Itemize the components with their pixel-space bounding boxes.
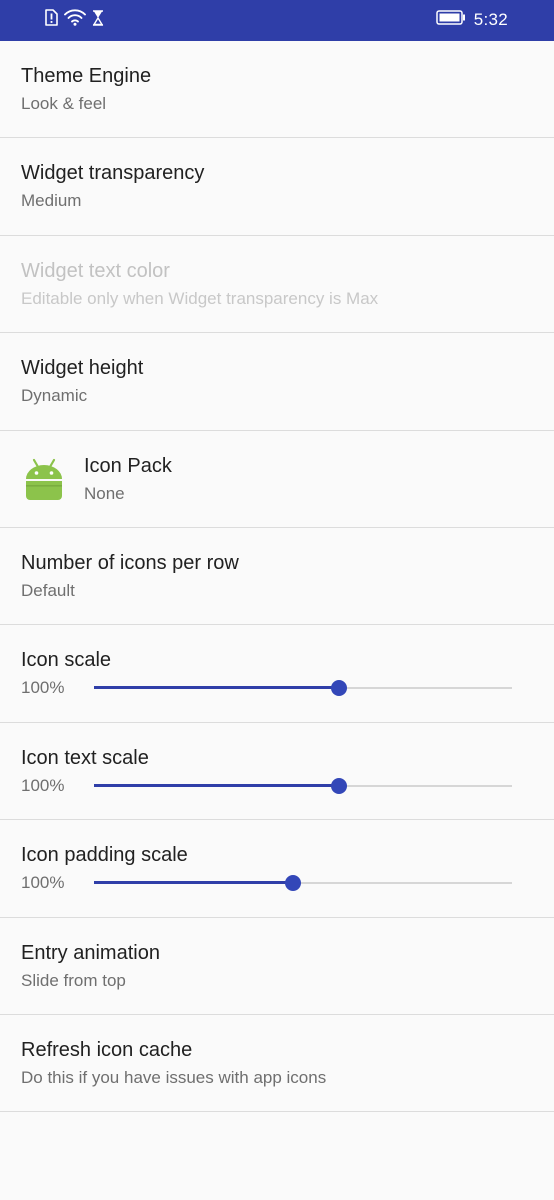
setting-summary: Medium bbox=[21, 191, 82, 211]
icon-text-scale-slider[interactable] bbox=[94, 777, 512, 794]
status-icons-right: 5:32 bbox=[435, 10, 508, 30]
entry-animation-setting[interactable]: Entry animation Slide from top bbox=[0, 918, 554, 1015]
setting-summary: Default bbox=[21, 580, 75, 600]
setting-summary: None bbox=[84, 483, 125, 503]
slider-thumb[interactable] bbox=[284, 875, 301, 892]
refresh-icon-cache-setting[interactable]: Refresh icon cache Do this if you have i… bbox=[0, 1015, 554, 1113]
settings-list: Theme Engine Look & feel Widget transpar… bbox=[0, 41, 554, 1113]
slider-thumb[interactable] bbox=[330, 777, 347, 794]
setting-title: Icon scale bbox=[21, 649, 112, 672]
battery-icon bbox=[435, 10, 466, 30]
setting-summary: Editable only when Widget transparency i… bbox=[21, 288, 379, 308]
android-icon bbox=[24, 458, 64, 502]
icon-scale-setting: Icon scale 100% bbox=[0, 625, 554, 723]
setting-summary: Dynamic bbox=[21, 386, 88, 406]
status-bar: 5:32 bbox=[0, 0, 554, 41]
wifi-icon bbox=[64, 9, 86, 31]
status-icons-left bbox=[44, 9, 104, 31]
icon-pack-setting[interactable]: Icon Pack None bbox=[0, 431, 554, 528]
icon-padding-scale-setting: Icon padding scale 100% bbox=[0, 820, 554, 918]
hourglass-icon bbox=[92, 9, 104, 31]
icons-per-row-setting[interactable]: Number of icons per row Default bbox=[0, 528, 554, 626]
setting-summary: Do this if you have issues with app icon… bbox=[21, 1067, 327, 1087]
slider-fill bbox=[94, 686, 339, 690]
setting-title: Widget text color bbox=[21, 259, 170, 282]
clock: 5:32 bbox=[473, 10, 508, 29]
setting-summary: Slide from top bbox=[21, 970, 126, 990]
setting-title: Entry animation bbox=[21, 941, 160, 964]
slider-fill bbox=[94, 783, 339, 787]
slider-thumb[interactable] bbox=[330, 680, 347, 697]
widget-height-setting[interactable]: Widget height Dynamic bbox=[0, 333, 554, 431]
widget-text-color-setting: Widget text color Editable only when Wid… bbox=[0, 236, 554, 334]
slider-fill bbox=[94, 881, 293, 885]
slider-value-label: 100% bbox=[21, 678, 65, 698]
setting-title: Icon text scale bbox=[21, 746, 149, 769]
setting-title: Icon padding scale bbox=[21, 844, 188, 867]
setting-title: Theme Engine bbox=[21, 65, 152, 87]
icon-scale-slider[interactable] bbox=[94, 680, 512, 697]
setting-title: Widget transparency bbox=[21, 162, 205, 185]
widget-transparency-setting[interactable]: Widget transparency Medium bbox=[0, 138, 554, 236]
theme-engine-setting[interactable]: Theme Engine Look & feel bbox=[0, 41, 554, 139]
slider-value-label: 100% bbox=[21, 873, 65, 893]
setting-title: Refresh icon cache bbox=[21, 1038, 193, 1061]
icon-text-scale-setting: Icon text scale 100% bbox=[0, 723, 554, 821]
sim-alert-icon bbox=[44, 9, 58, 31]
setting-title: Icon Pack bbox=[84, 454, 172, 477]
setting-title: Widget height bbox=[21, 357, 144, 380]
icon-padding-scale-slider[interactable] bbox=[94, 875, 512, 892]
setting-title: Number of icons per row bbox=[21, 551, 239, 574]
slider-value-label: 100% bbox=[21, 775, 65, 795]
setting-summary: Look & feel bbox=[21, 94, 107, 113]
